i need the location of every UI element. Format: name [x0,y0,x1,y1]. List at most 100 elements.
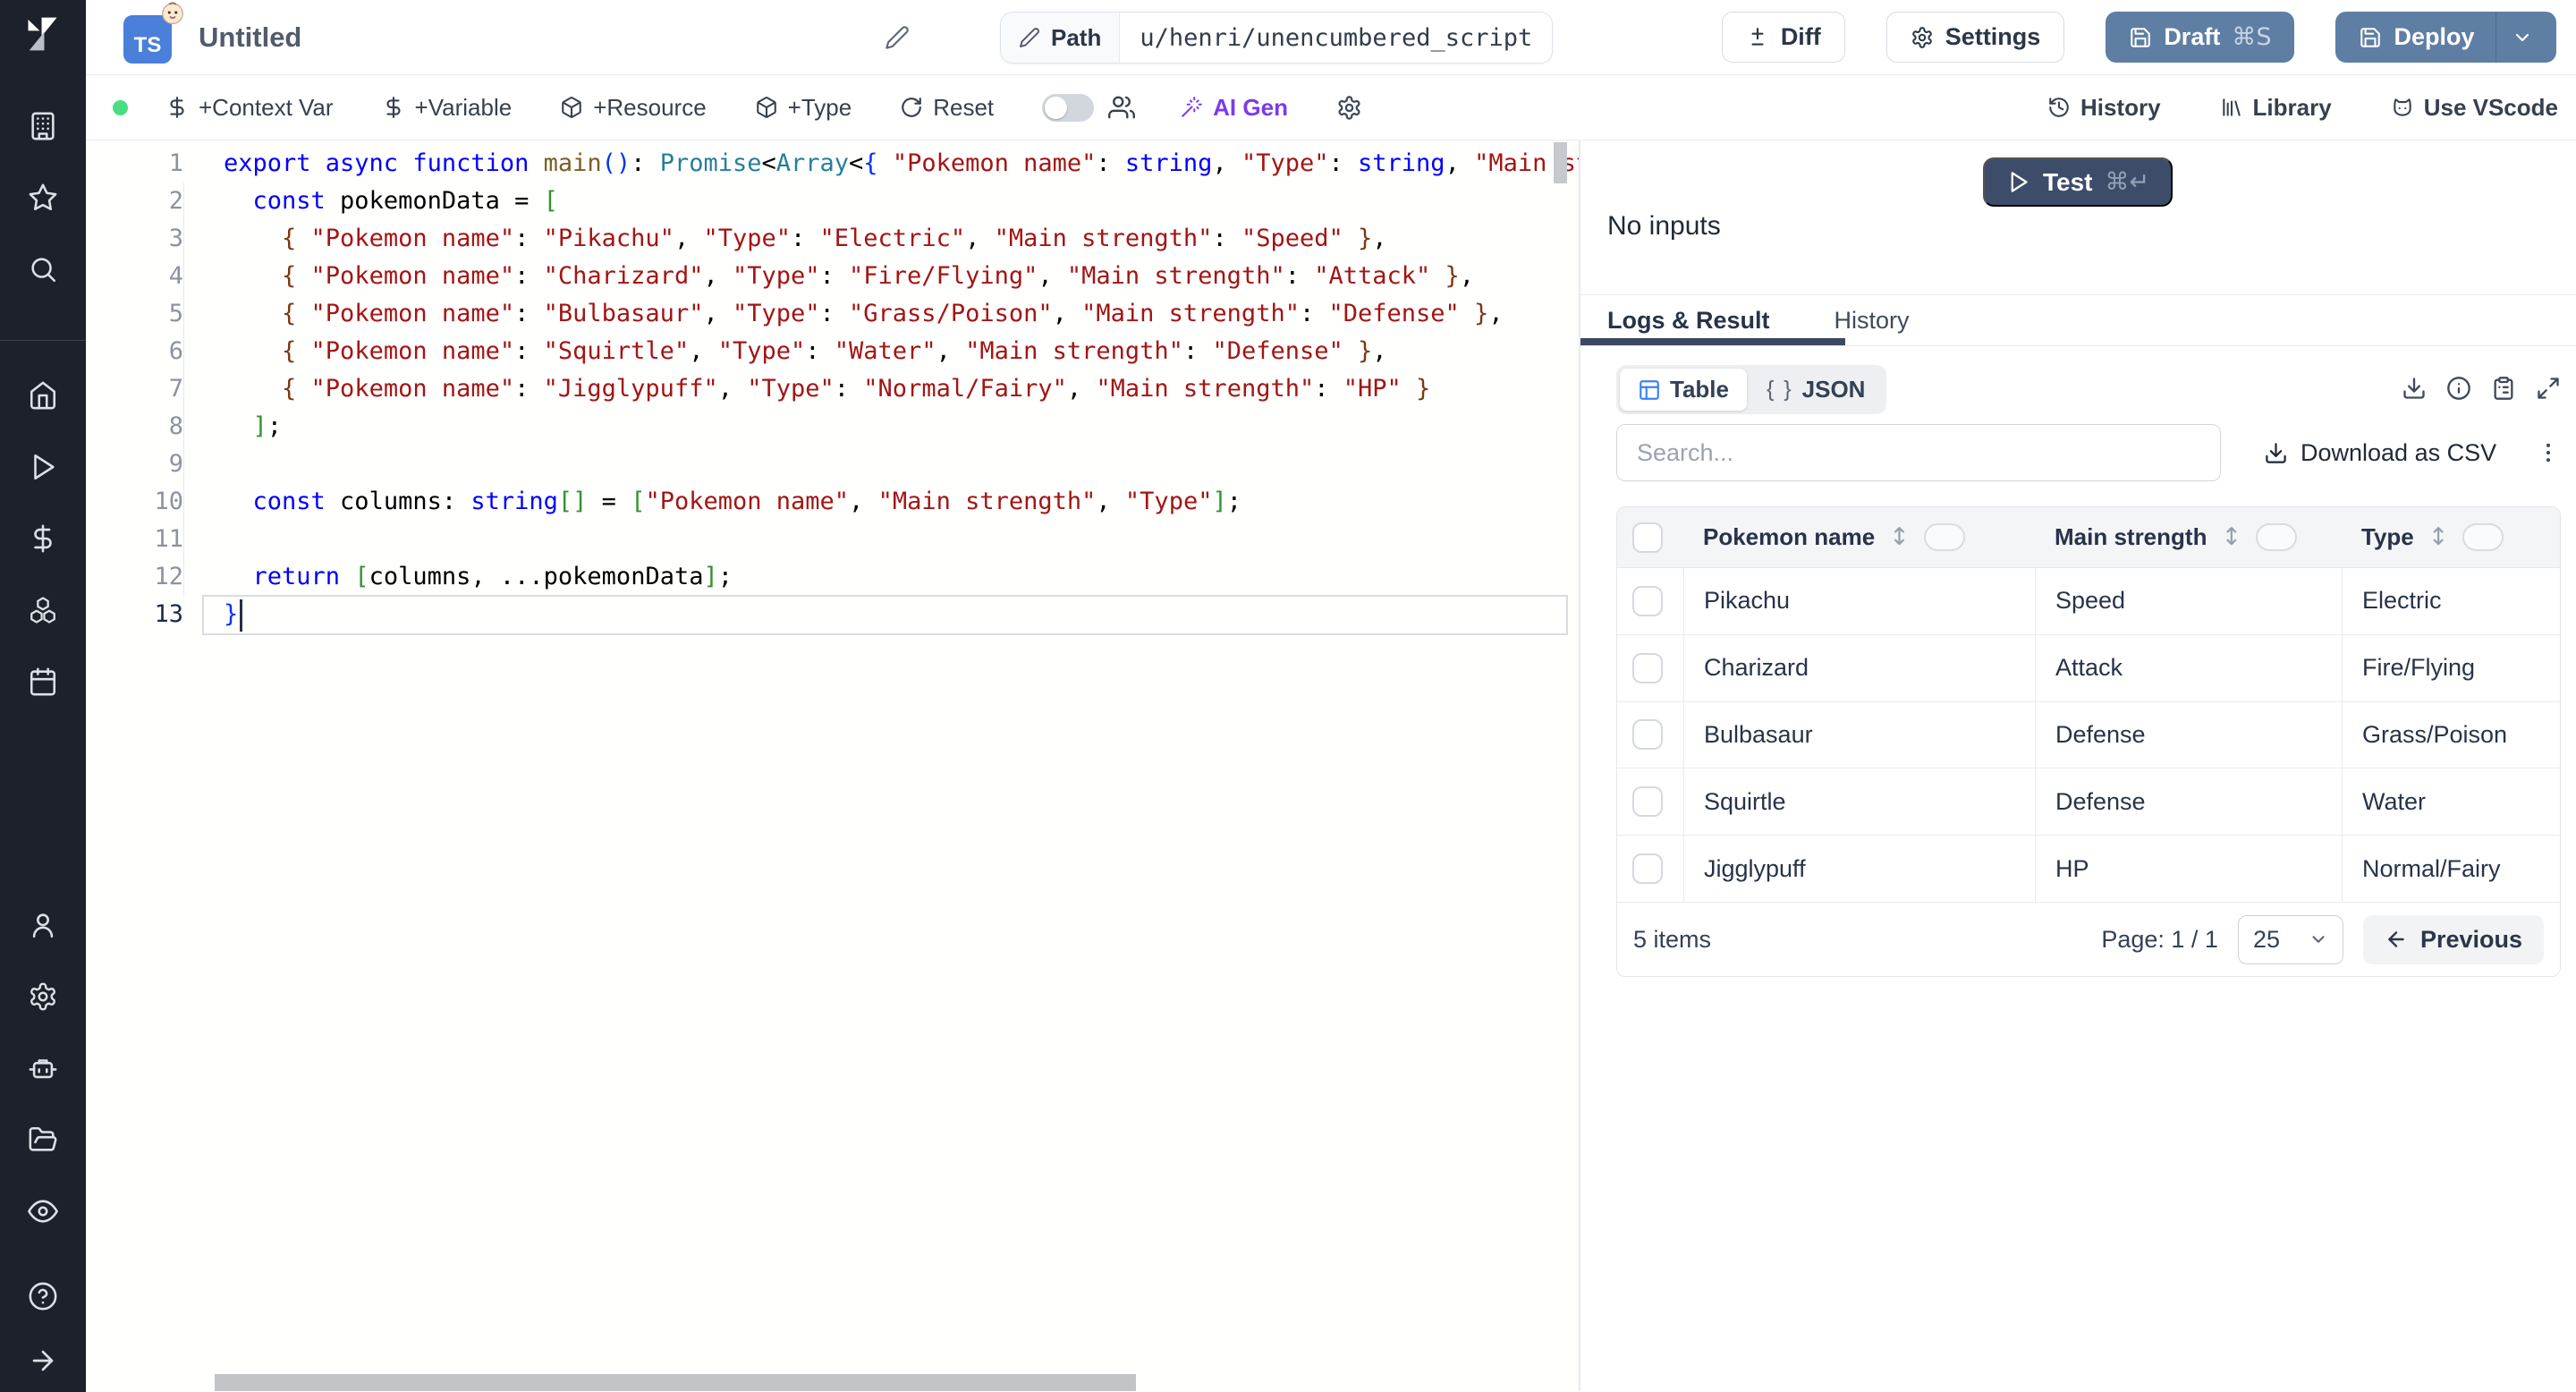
tab-history[interactable]: History [1835,307,1910,335]
reset-button[interactable]: Reset [900,94,994,122]
sidebar-item-play-icon[interactable] [28,452,58,482]
chevron-down-icon[interactable] [2512,27,2533,48]
wand-sparkles-icon [1182,97,1203,117]
add-variable-button[interactable]: +Variable [382,94,512,122]
tab-logs-result[interactable]: Logs & Result [1607,307,1770,335]
sidebar-item-calendar-icon[interactable] [28,666,58,697]
diff-mode-toggle[interactable] [1042,93,1095,122]
package-icon [756,97,776,118]
use-vscode-button[interactable]: Use VScode [2391,94,2558,122]
sidebar-item-settings-icon[interactable] [28,981,58,1012]
column-header-pokemon-name[interactable]: Pokemon name ↕ [1683,523,2035,551]
sidebar-item-arrow-right-icon[interactable] [28,1345,58,1376]
code-line[interactable]: const pokemonData = [ [224,182,1570,220]
table-row: Pikachu Speed Electric [1617,568,2560,635]
table-controls: Download as CSV [1616,424,2561,481]
column-pill-toggle[interactable] [2256,523,2298,551]
sidebar-item-search-icon[interactable] [28,254,58,284]
code-line[interactable] [224,521,1570,558]
settings-button[interactable]: Settings [1885,12,2065,63]
page-title: Untitled [199,21,302,53]
add-resource-button[interactable]: +Resource [560,94,707,122]
code-line[interactable]: return [columns, ...pokemonData]; [224,558,1570,596]
row-checkbox-cell [1617,768,1683,835]
test-button[interactable]: Test ⌘↵ [1983,157,2174,207]
sidebar-item-help-circle-icon[interactable] [28,1281,58,1311]
column-pill-toggle[interactable] [2462,523,2504,551]
copy-clipboard-icon[interactable] [2491,376,2516,401]
deploy-button[interactable]: Deploy [2335,12,2556,63]
history-button[interactable]: History [2047,94,2161,122]
download-csv-button[interactable]: Download as CSV [2264,439,2496,467]
expand-icon[interactable] [2536,376,2561,401]
table-cell: Charizard [1683,634,2035,701]
add-type-button[interactable]: +Type [755,94,852,122]
windmill-logo-icon[interactable] [23,14,63,54]
page-size-select[interactable]: 25 [2237,914,2343,964]
code-line[interactable]: { "Pokemon name": "Bulbasaur", "Type": "… [224,295,1570,333]
sidebar-item-bot-icon[interactable] [28,1053,58,1083]
text-cursor [240,599,242,632]
code-line[interactable] [224,446,1570,483]
path-label: Path [1051,23,1102,51]
table-cell: Grass/Poison [2342,701,2560,768]
users-icon[interactable] [1108,94,1136,121]
path-label-section[interactable]: Path [1001,13,1121,63]
row-checkbox[interactable] [1632,652,1663,683]
code-line[interactable]: { "Pokemon name": "Jigglypuff", "Type": … [224,370,1570,408]
library-icon [2222,98,2241,116]
row-checkbox[interactable] [1632,786,1663,818]
sidebar-item-user-icon[interactable] [28,910,58,940]
download-icon[interactable] [2402,376,2427,401]
row-checkbox[interactable] [1632,585,1663,616]
table-row: Charizard Attack Fire/Flying [1617,634,2560,702]
code-line[interactable]: { "Pokemon name": "Charizard", "Type": "… [224,258,1570,295]
sidebar-group-1 [28,380,58,697]
sidebar-item-home-icon[interactable] [28,380,58,411]
column-header-main-strength[interactable]: Main strength ↕ [2035,523,2342,551]
select-all-checkbox[interactable] [1632,522,1663,553]
table-cell: Attack [2035,634,2342,701]
script-language-badge: TS [123,2,183,64]
column-pill-toggle[interactable] [1923,523,1965,551]
path-value[interactable]: u/henri/unencumbered_script [1120,13,1552,63]
add-context-var-button[interactable]: +Context Var [165,94,334,122]
sidebar-item-folder-open-icon[interactable] [28,1125,58,1155]
more-options-kebab-icon[interactable] [2536,440,2561,465]
view-table-button[interactable]: Table [1620,369,1747,411]
editor-settings-gear-icon[interactable] [1336,95,1362,121]
info-icon[interactable] [2446,376,2471,401]
draft-button[interactable]: Draft ⌘S [2106,12,2295,63]
sort-icon[interactable]: ↕ [1889,523,1910,551]
view-json-button[interactable]: { } JSON [1749,369,1883,411]
sidebar-item-star-icon[interactable] [28,182,58,213]
code-line[interactable]: const columns: string[] = ["Pokemon name… [224,483,1570,521]
ai-gen-button[interactable]: AI Gen [1180,94,1288,122]
code-line[interactable]: { "Pokemon name": "Squirtle", "Type": "W… [224,333,1570,370]
previous-page-button[interactable]: Previous [2362,914,2544,964]
code-line[interactable]: } [224,596,1570,633]
vertical-scrollbar-thumb[interactable] [1554,142,1567,183]
sidebar-item-dollar-icon[interactable] [28,523,58,554]
row-checkbox[interactable] [1632,719,1663,751]
edit-title-pencil-icon[interactable] [885,25,910,50]
code-line[interactable]: ]; [224,408,1570,446]
code-line[interactable]: { "Pokemon name": "Pikachu", "Type": "El… [224,220,1570,258]
library-button[interactable]: Library [2220,94,2332,122]
code-editor[interactable]: 1 2 3 4 5 6 7 8 9 10 11 12 13 export async function … [86,140,1579,1391]
sort-icon[interactable]: ↕ [2221,523,2241,551]
column-header-type[interactable]: Type ↕ [2342,523,2560,551]
sidebar-item-eye-icon[interactable] [28,1196,58,1226]
code-line[interactable]: export async function main(): Promise<Ar… [224,145,1579,182]
save-icon [2360,27,2381,47]
table-header-row: Pokemon name ↕ Main strength ↕ Type ↕ [1617,507,2560,568]
table-cell: HP [2035,836,2342,902]
diff-button[interactable]: Diff [1721,12,1845,63]
sort-icon[interactable]: ↕ [2428,523,2449,551]
horizontal-scrollbar-thumb[interactable] [215,1374,1136,1391]
sidebar-item-building-icon[interactable] [28,111,58,141]
search-input[interactable] [1616,424,2221,481]
sidebar-item-boxes-icon[interactable] [28,595,58,625]
code-lines[interactable]: export async function main(): Promise<Ar… [224,145,1579,633]
row-checkbox[interactable] [1632,853,1663,885]
